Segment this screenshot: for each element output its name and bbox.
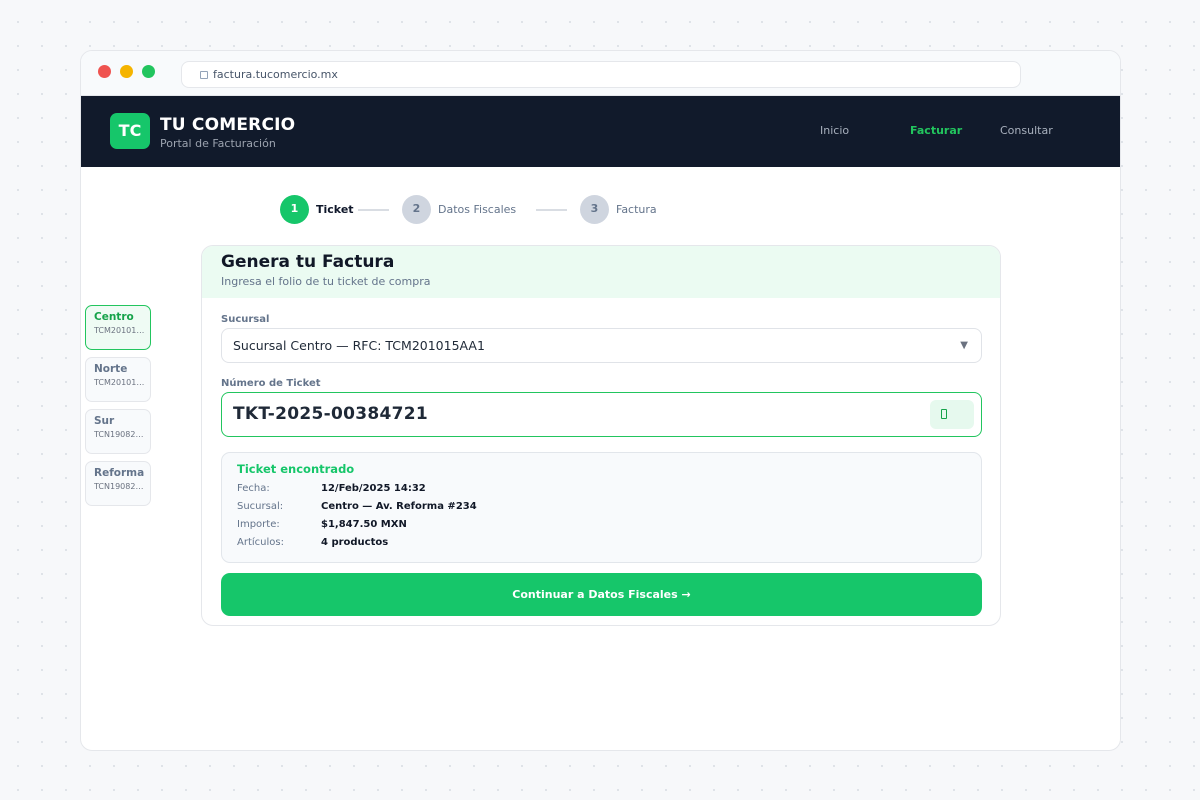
- branch-card-norte[interactable]: Norte TCM201015AA1: [85, 357, 151, 402]
- branch-rfc: TCN190823BB2: [94, 430, 147, 439]
- continue-button[interactable]: Continuar a Datos Fiscales →: [221, 573, 982, 616]
- step-1-label: Ticket: [316, 203, 354, 216]
- nav-link-facturar[interactable]: Facturar: [910, 124, 962, 137]
- result-value-sucursal: Centro — Av. Reforma #234: [321, 501, 477, 512]
- ticket-found-title: Ticket encontrado: [237, 462, 355, 476]
- scan-ticket-button[interactable]: [930, 400, 974, 429]
- chevron-down-icon: ▼: [960, 340, 968, 351]
- nav-link-inicio[interactable]: Inicio: [820, 124, 849, 137]
- form-title: Genera tu Factura: [221, 252, 395, 272]
- branch-rfc: TCN190823BB2: [94, 482, 147, 491]
- address-url: factura.tucomercio.mx: [213, 68, 338, 81]
- top-navbar: TC TU COMERCIO Portal de Facturación Ini…: [81, 96, 1120, 167]
- branch-card-reforma[interactable]: Reforma TCN190823BB2: [85, 461, 151, 506]
- brand-name: TU COMERCIO: [160, 115, 296, 135]
- minimize-window-button[interactable]: [120, 65, 133, 78]
- card-header: Genera tu Factura Ingresa el folio de tu…: [202, 246, 1000, 298]
- nav-link-consultar[interactable]: Consultar: [1000, 124, 1053, 137]
- scan-icon: [941, 409, 947, 419]
- brand-logo[interactable]: TC: [110, 113, 150, 149]
- step-3-label: Factura: [616, 203, 657, 216]
- ticket-result-panel: Ticket encontrado Fecha: 12/Feb/2025 14:…: [221, 452, 982, 563]
- branch-name: Sur: [94, 415, 115, 427]
- step-connector: [536, 209, 567, 211]
- browser-chrome: factura.tucomercio.mx: [81, 51, 1120, 96]
- step-2-circle: 2: [402, 195, 431, 224]
- maximize-window-button[interactable]: [142, 65, 155, 78]
- step-1-circle: 1: [280, 195, 309, 224]
- step-2-label: Datos Fiscales: [438, 203, 517, 216]
- result-key-articulos: Artículos:: [237, 537, 284, 548]
- browser-window: factura.tucomercio.mx TC TU COMERCIO Por…: [80, 50, 1121, 751]
- result-value-articulos: 4 productos: [321, 537, 389, 548]
- form-subtitle: Ingresa el folio de tu ticket de compra: [221, 275, 431, 288]
- address-bar[interactable]: factura.tucomercio.mx: [181, 61, 1021, 88]
- invoice-form-card: Genera tu Factura Ingresa el folio de tu…: [201, 245, 1001, 626]
- branch-name: Centro: [94, 311, 134, 323]
- result-key-importe: Importe:: [237, 519, 280, 530]
- branch-card-sur[interactable]: Sur TCN190823BB2: [85, 409, 151, 454]
- result-value-importe: $1,847.50 MXN: [321, 519, 407, 530]
- branch-field-label: Sucursal: [221, 314, 270, 325]
- branch-rfc: TCM201015AA1: [94, 326, 147, 335]
- branch-select-value: Sucursal Centro — RFC: TCM201015AA1: [233, 338, 485, 353]
- branch-select[interactable]: Sucursal Centro — RFC: TCM201015AA1 ▼: [221, 328, 982, 363]
- lock-icon: [200, 71, 208, 79]
- result-value-fecha: 12/Feb/2025 14:32: [321, 483, 426, 494]
- close-window-button[interactable]: [98, 65, 111, 78]
- stepper: 1 Ticket 2 Datos Fiscales 3 Factura: [81, 195, 1120, 225]
- result-key-sucursal: Sucursal:: [237, 501, 284, 512]
- ticket-number-input[interactable]: TKT-2025-00384721: [221, 392, 982, 437]
- branch-name: Reforma: [94, 467, 145, 479]
- brand-subtitle: Portal de Facturación: [160, 137, 276, 150]
- branch-card-centro[interactable]: Centro TCM201015AA1: [85, 305, 151, 350]
- step-connector: [358, 209, 389, 211]
- ticket-field-label: Número de Ticket: [221, 378, 321, 389]
- branch-rfc: TCM201015AA1: [94, 378, 147, 387]
- step-3-circle: 3: [580, 195, 609, 224]
- result-key-fecha: Fecha:: [237, 483, 270, 494]
- branch-name: Norte: [94, 363, 128, 375]
- ticket-number-value: TKT-2025-00384721: [233, 404, 429, 424]
